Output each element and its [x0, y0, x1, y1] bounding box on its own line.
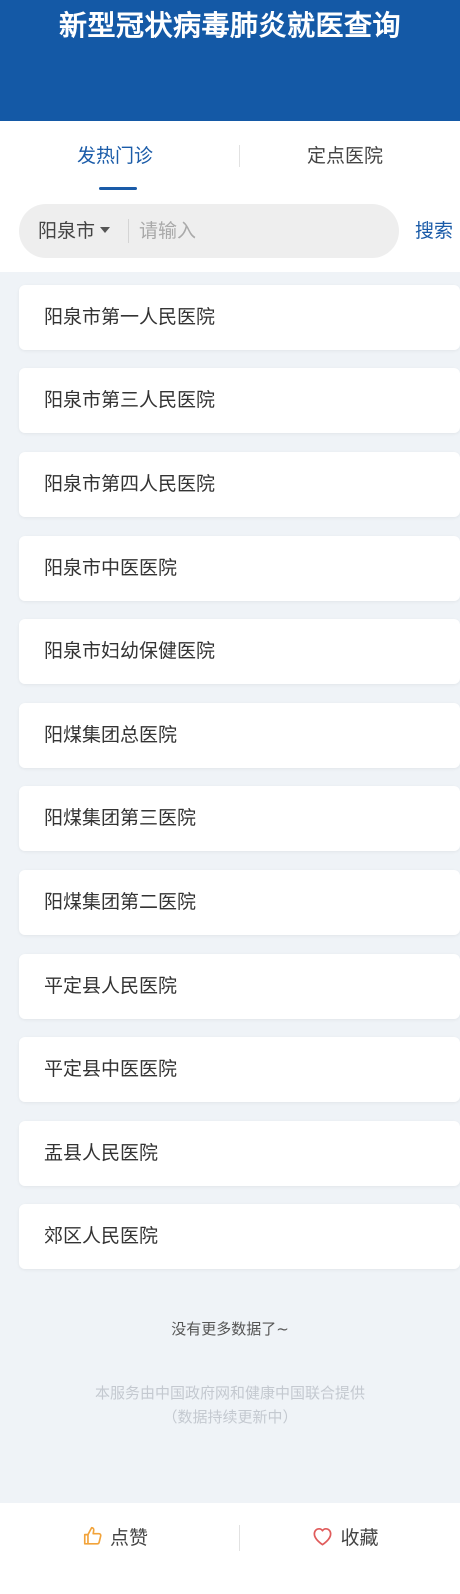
search-input[interactable]: [139, 211, 384, 251]
hospital-item[interactable]: 阳泉市妇幼保健医院: [19, 619, 460, 684]
page-title: 新型冠状病毒肺炎就医查询: [58, 9, 401, 42]
city-select-label: 阳泉市: [38, 220, 96, 242]
hospital-item[interactable]: 郊区人民医院: [19, 1204, 460, 1269]
hospital-item[interactable]: 阳煤集团总医院: [19, 703, 460, 768]
hospital-item[interactable]: 阳泉市第四人民医院: [19, 452, 460, 517]
tab-bar: 发热门诊 定点医院: [0, 121, 460, 192]
tab-fever-clinic[interactable]: 发热门诊: [0, 121, 230, 192]
list-end-text: 没有更多数据了~: [171, 1320, 289, 1338]
favorite-label: 收藏: [340, 1527, 379, 1549]
like-label: 点赞: [109, 1527, 148, 1549]
search-separator: [128, 219, 129, 243]
hospital-item[interactable]: 盂县人民医院: [19, 1121, 460, 1186]
search-button[interactable]: 搜索: [415, 216, 453, 246]
footer-line-2: （数据持续更新中）: [162, 1408, 298, 1426]
caret-down-icon: [100, 226, 111, 233]
hospital-item[interactable]: 阳泉市中医医院: [19, 536, 460, 601]
header: 新型冠状病毒肺炎就医查询: [0, 0, 460, 121]
search-bar: 阳泉市 搜索: [0, 192, 460, 272]
active-tab-indicator: [99, 187, 137, 190]
favorite-button[interactable]: 收藏: [230, 1503, 460, 1573]
hospital-item[interactable]: 平定县人民医院: [19, 954, 460, 1019]
footer-line-1: 本服务由中国政府网和健康中国联合提供: [94, 1384, 365, 1402]
hospital-item[interactable]: 阳煤集团第三医院: [19, 786, 460, 851]
thumbs-up-icon: [83, 1526, 102, 1545]
like-button[interactable]: 点赞: [0, 1503, 230, 1573]
tab-designated-hospital[interactable]: 定点医院: [230, 121, 460, 192]
page: 新型冠状病毒肺炎就医查询 发热门诊 定点医院 阳泉市 搜索 阳泉市第一人民医院 …: [0, 0, 460, 1594]
hospital-item[interactable]: 阳泉市第三人民医院: [19, 368, 460, 433]
heart-icon: [313, 1527, 332, 1545]
footer-note: 本服务由中国政府网和健康中国联合提供 （数据持续更新中）: [0, 1381, 460, 1429]
city-select[interactable]: 阳泉市: [38, 204, 111, 258]
search-box: 阳泉市: [19, 204, 399, 258]
bottom-bar: 点赞 收藏: [0, 1503, 460, 1594]
hospital-item[interactable]: 阳泉市第一人民医院: [19, 285, 460, 350]
hospital-item[interactable]: 平定县中医医院: [19, 1037, 460, 1102]
hospital-item[interactable]: 阳煤集团第二医院: [19, 870, 460, 935]
